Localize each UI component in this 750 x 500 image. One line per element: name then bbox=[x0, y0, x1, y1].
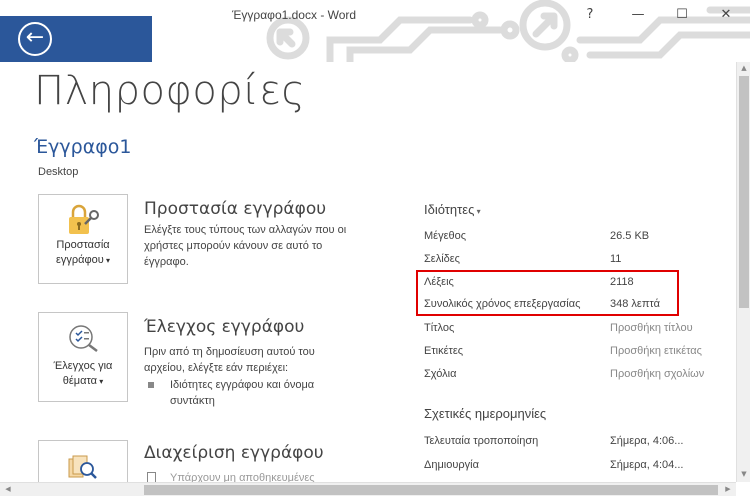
vertical-scroll-thumb[interactable] bbox=[739, 76, 749, 308]
properties-dropdown[interactable]: Ιδιότητες ▾ bbox=[424, 202, 481, 217]
window-title: Έγγραφο1.docx - Word bbox=[232, 8, 357, 22]
property-key: Ετικέτες bbox=[424, 345, 464, 357]
bullet-icon bbox=[148, 382, 154, 388]
manage-versions-icon bbox=[68, 455, 97, 479]
protect-button-label-1: Προστασία bbox=[56, 239, 110, 251]
close-button[interactable]: ✕ bbox=[712, 4, 740, 26]
inspect-button-label-1: Έλεγχος για bbox=[53, 360, 113, 372]
scroll-down-icon[interactable]: ▼ bbox=[738, 468, 750, 480]
inspect-section-title: Έλεγχος εγγράφου bbox=[144, 317, 305, 337]
date-value: Σήμερα, 4:04... bbox=[610, 459, 684, 471]
inspect-document-icon bbox=[69, 325, 98, 352]
protect-section-title: Προστασία εγγράφου bbox=[144, 199, 327, 219]
property-row-size: Μέγεθος 26.5 KB bbox=[424, 230, 724, 250]
date-key: Τελευταία τροποποίηση bbox=[424, 435, 539, 447]
property-value: 26.5 KB bbox=[610, 230, 650, 242]
date-row-created: Δημιουργία Σήμερα, 4:04... bbox=[424, 459, 724, 479]
back-panel: ← bbox=[0, 16, 152, 62]
document-location: Desktop bbox=[38, 166, 79, 178]
protect-document-button[interactable]: Προστασία εγγράφου ▾ bbox=[38, 194, 128, 284]
highlight-box bbox=[416, 270, 679, 316]
maximize-button[interactable]: ☐ bbox=[668, 4, 696, 26]
horizontal-scroll-thumb[interactable] bbox=[144, 485, 718, 495]
inspect-button-label-2: θέματα ▾ bbox=[62, 375, 104, 387]
date-key: Δημιουργία bbox=[424, 459, 479, 471]
scroll-left-icon[interactable]: ◀ bbox=[2, 483, 14, 495]
lock-key-icon bbox=[69, 204, 99, 234]
property-value: 11 bbox=[610, 253, 622, 265]
add-title-field[interactable]: Προσθήκη τίτλου bbox=[610, 322, 736, 334]
scroll-up-icon[interactable]: ▲ bbox=[738, 62, 750, 74]
help-button[interactable]: ? bbox=[576, 4, 604, 26]
manage-document-button[interactable] bbox=[38, 440, 128, 482]
protect-button-label-2: εγγράφου ▾ bbox=[55, 254, 111, 266]
property-key: Σελίδες bbox=[424, 253, 460, 265]
property-row-comments: Σχόλια Προσθήκη σχολίων bbox=[424, 368, 724, 388]
document-name: Έγγραφο1 bbox=[34, 136, 132, 158]
horizontal-scrollbar[interactable]: ◀ ▶ bbox=[0, 482, 736, 496]
minimize-button[interactable]: — bbox=[624, 4, 652, 26]
date-value: Σήμερα, 4:06... bbox=[610, 435, 684, 447]
property-row-tags: Ετικέτες Προσθήκη ετικέτας bbox=[424, 345, 724, 365]
inspect-bullet-text: Ιδιότητες εγγράφου και όνομα συντάκτη bbox=[170, 379, 315, 407]
add-tag-field[interactable]: Προσθήκη ετικέτας bbox=[610, 345, 736, 357]
check-for-issues-button[interactable]: Έλεγχος για θέματα ▾ bbox=[38, 312, 128, 402]
page-title: Πληροφορίες bbox=[34, 68, 306, 114]
manage-section-description: Υπάρχουν μη αποθηκευμένες bbox=[170, 472, 315, 482]
add-comments-field[interactable]: Προσθήκη σχολίων bbox=[610, 368, 736, 380]
document-icon bbox=[147, 472, 156, 482]
property-key: Τίτλος bbox=[424, 322, 455, 334]
date-row-modified: Τελευταία τροποποίηση Σήμερα, 4:06... bbox=[424, 435, 724, 455]
property-row-title: Τίτλος Προσθήκη τίτλου bbox=[424, 322, 724, 342]
property-key: Μέγεθος bbox=[424, 230, 467, 242]
manage-section-title: Διαχείριση εγγράφου bbox=[144, 443, 324, 463]
back-arrow-icon[interactable]: ← bbox=[18, 22, 52, 56]
protect-section-description: Ελέγξτε τους τύπους των αλλαγών που οι χ… bbox=[144, 224, 347, 268]
title-bar: ← Έγγραφο1.docx - Word ? — ☐ ✕ bbox=[0, 0, 750, 62]
inspect-section-description: Πριν από τη δημοσίευση αυτού του αρχείου… bbox=[144, 346, 315, 374]
property-key: Σχόλια bbox=[424, 368, 457, 380]
related-dates-header: Σχετικές ημερομηνίες bbox=[424, 406, 547, 421]
scroll-right-icon[interactable]: ▶ bbox=[722, 483, 734, 495]
vertical-scrollbar[interactable]: ▲ ▼ bbox=[736, 62, 750, 482]
